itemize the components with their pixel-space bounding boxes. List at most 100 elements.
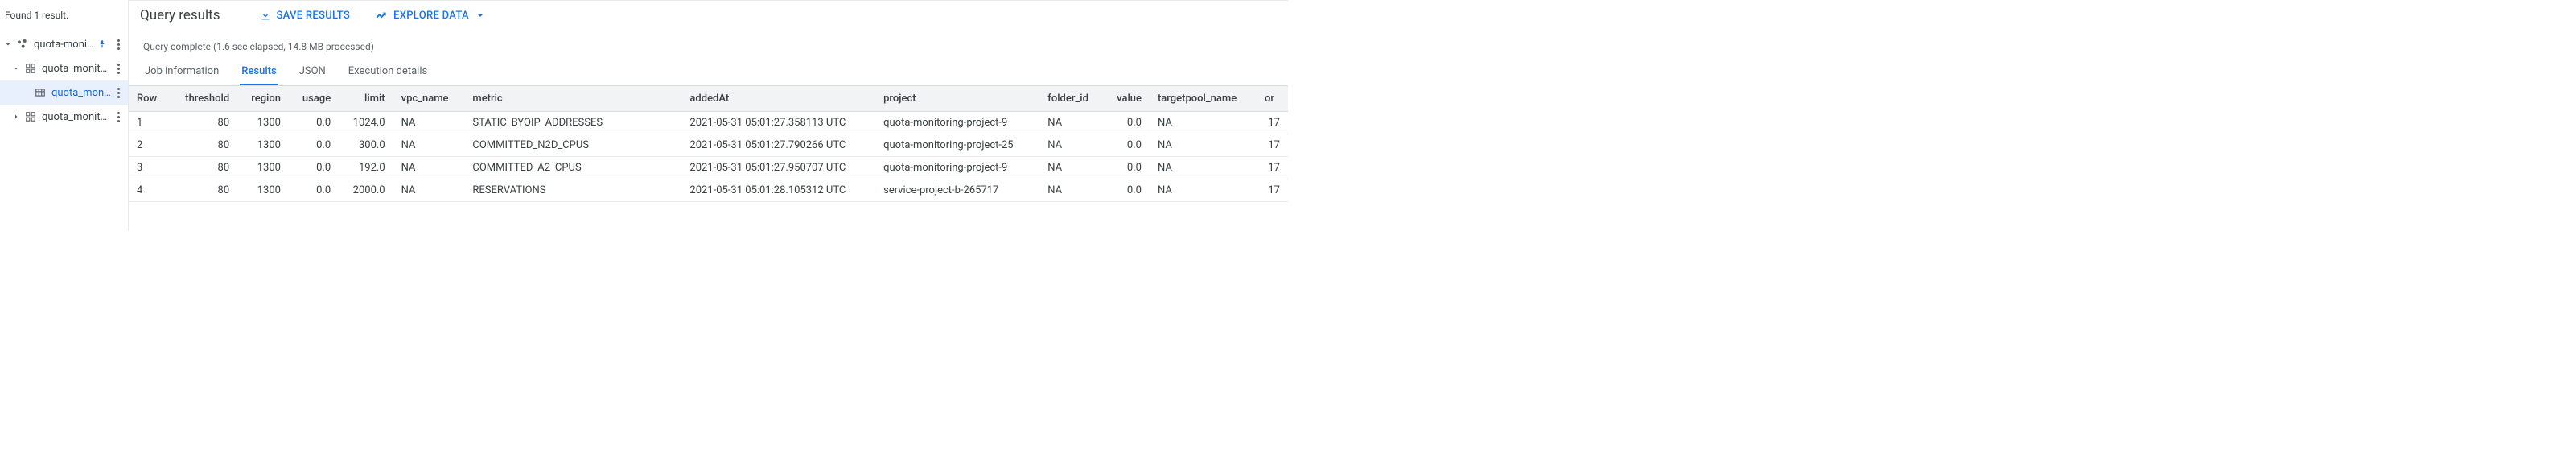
cell-row: 3 <box>129 157 170 179</box>
dataset-icon <box>24 110 37 123</box>
cell-region: 1300 <box>237 157 289 179</box>
cell-limit: 192.0 <box>339 157 393 179</box>
main-content: Query results SAVE RESULTS EXPLORE DATA … <box>129 0 1288 231</box>
cell-or: 17 <box>1257 134 1288 157</box>
cell-usage: 0.0 <box>289 112 339 134</box>
cell-row: 4 <box>129 179 170 202</box>
tree-dataset2-label: quota_monitoring_notification_dataset <box>42 111 112 123</box>
cell-project: quota-monitoring-project-9 <box>875 157 1039 179</box>
col-addedAt[interactable]: addedAt <box>681 86 875 112</box>
cell-value: 0.0 <box>1104 134 1150 157</box>
table-row[interactable]: 48013000.02000.0NARESERVATIONS2021-05-31… <box>129 179 1288 202</box>
chevron-down-icon[interactable] <box>2 38 14 51</box>
table-header-row: Row threshold region usage limit vpc_nam… <box>129 86 1288 112</box>
cell-value: 0.0 <box>1104 157 1150 179</box>
chevron-down-icon[interactable] <box>10 62 23 75</box>
cell-threshold: 80 <box>170 157 237 179</box>
explore-data-label: EXPLORE DATA <box>393 10 469 22</box>
cell-metric: STATIC_BYOIP_ADDRESSES <box>464 112 681 134</box>
table-row[interactable]: 38013000.0192.0NACOMMITTED_A2_CPUS2021-0… <box>129 157 1288 179</box>
cell-threshold: 80 <box>170 179 237 202</box>
explore-data-button[interactable]: EXPLORE DATA <box>376 9 487 22</box>
cell-or: 17 <box>1257 112 1288 134</box>
cell-vpc_name: NA <box>393 112 465 134</box>
tree-dataset-label: quota_monitoring_dataset <box>42 63 112 75</box>
table-row[interactable]: 28013000.0300.0NACOMMITTED_N2D_CPUS2021-… <box>129 134 1288 157</box>
col-targetpool-name[interactable]: targetpool_name <box>1150 86 1257 112</box>
cell-targetpool_name: NA <box>1150 134 1257 157</box>
pin-icon[interactable] <box>96 38 109 51</box>
chart-icon <box>376 9 389 22</box>
tree-dataset[interactable]: quota_monitoring_dataset <box>0 56 128 80</box>
sidebar: Found 1 result. quota-monitoring-project… <box>0 0 129 231</box>
cell-metric: COMMITTED_N2D_CPUS <box>464 134 681 157</box>
table-row[interactable]: 18013000.01024.0NASTATIC_BYOIP_ADDRESSES… <box>129 112 1288 134</box>
cell-vpc_name: NA <box>393 179 465 202</box>
col-region[interactable]: region <box>237 86 289 112</box>
cell-or: 17 <box>1257 157 1288 179</box>
cell-folder_id: NA <box>1039 157 1103 179</box>
cell-usage: 0.0 <box>289 134 339 157</box>
cell-or: 17 <box>1257 179 1288 202</box>
cell-targetpool_name: NA <box>1150 157 1257 179</box>
col-usage[interactable]: usage <box>289 86 339 112</box>
save-results-label: SAVE RESULTS <box>277 10 351 22</box>
download-icon <box>259 9 272 22</box>
tab-job-info[interactable]: Job information <box>143 59 220 85</box>
col-folder-id[interactable]: folder_id <box>1039 86 1103 112</box>
cell-vpc_name: NA <box>393 157 465 179</box>
cell-limit: 2000.0 <box>339 179 393 202</box>
cell-limit: 300.0 <box>339 134 393 157</box>
cell-addedAt: 2021-05-31 05:01:28.105312 UTC <box>681 179 875 202</box>
cell-region: 1300 <box>237 112 289 134</box>
found-result-text: Found 1 result. <box>0 6 128 29</box>
col-vpc-name[interactable]: vpc_name <box>393 86 465 112</box>
cell-targetpool_name: NA <box>1150 112 1257 134</box>
kebab-menu[interactable] <box>112 62 125 75</box>
col-or[interactable]: or <box>1257 86 1288 112</box>
tree-table[interactable]: quota_monitoring_table <box>0 80 128 105</box>
kebab-menu[interactable] <box>112 86 125 99</box>
col-value[interactable]: value <box>1104 86 1150 112</box>
cell-usage: 0.0 <box>289 179 339 202</box>
tab-execution-details[interactable]: Execution details <box>347 59 429 85</box>
cell-value: 0.0 <box>1104 112 1150 134</box>
tab-results[interactable]: Results <box>240 59 278 85</box>
table-icon <box>34 86 47 99</box>
cell-region: 1300 <box>237 134 289 157</box>
cell-project: quota-monitoring-project-25 <box>875 134 1039 157</box>
cell-region: 1300 <box>237 179 289 202</box>
cell-limit: 1024.0 <box>339 112 393 134</box>
cell-value: 0.0 <box>1104 179 1150 202</box>
col-row[interactable]: Row <box>129 86 170 112</box>
tree-dataset2[interactable]: quota_monitoring_notification_dataset <box>0 105 128 129</box>
cell-vpc_name: NA <box>393 134 465 157</box>
col-project[interactable]: project <box>875 86 1039 112</box>
cell-project: service-project-b-265717 <box>875 179 1039 202</box>
chevron-right-icon[interactable] <box>10 110 23 123</box>
col-metric[interactable]: metric <box>464 86 681 112</box>
tab-json[interactable]: JSON <box>298 59 327 85</box>
kebab-menu[interactable] <box>112 38 125 51</box>
results-table: Row threshold region usage limit vpc_nam… <box>129 86 1288 202</box>
cell-row: 1 <box>129 112 170 134</box>
page-title: Query results <box>140 7 220 23</box>
cell-targetpool_name: NA <box>1150 179 1257 202</box>
cell-threshold: 80 <box>170 134 237 157</box>
chevron-down-icon <box>474 9 487 22</box>
results-tabs: Job information Results JSON Execution d… <box>129 59 1288 86</box>
cell-folder_id: NA <box>1039 179 1103 202</box>
dataset-icon <box>24 62 37 75</box>
cell-usage: 0.0 <box>289 157 339 179</box>
cell-folder_id: NA <box>1039 112 1103 134</box>
col-threshold[interactable]: threshold <box>170 86 237 112</box>
save-results-button[interactable]: SAVE RESULTS <box>259 9 351 22</box>
tree-project-label: quota-monitoring-project-27 <box>34 39 96 51</box>
col-limit[interactable]: limit <box>339 86 393 112</box>
results-header: Query results SAVE RESULTS EXPLORE DATA <box>129 1 1288 27</box>
cell-addedAt: 2021-05-31 05:01:27.950707 UTC <box>681 157 875 179</box>
kebab-menu[interactable] <box>112 110 125 123</box>
cell-addedAt: 2021-05-31 05:01:27.358113 UTC <box>681 112 875 134</box>
cell-project: quota-monitoring-project-9 <box>875 112 1039 134</box>
tree-project[interactable]: quota-monitoring-project-27 <box>0 32 128 56</box>
